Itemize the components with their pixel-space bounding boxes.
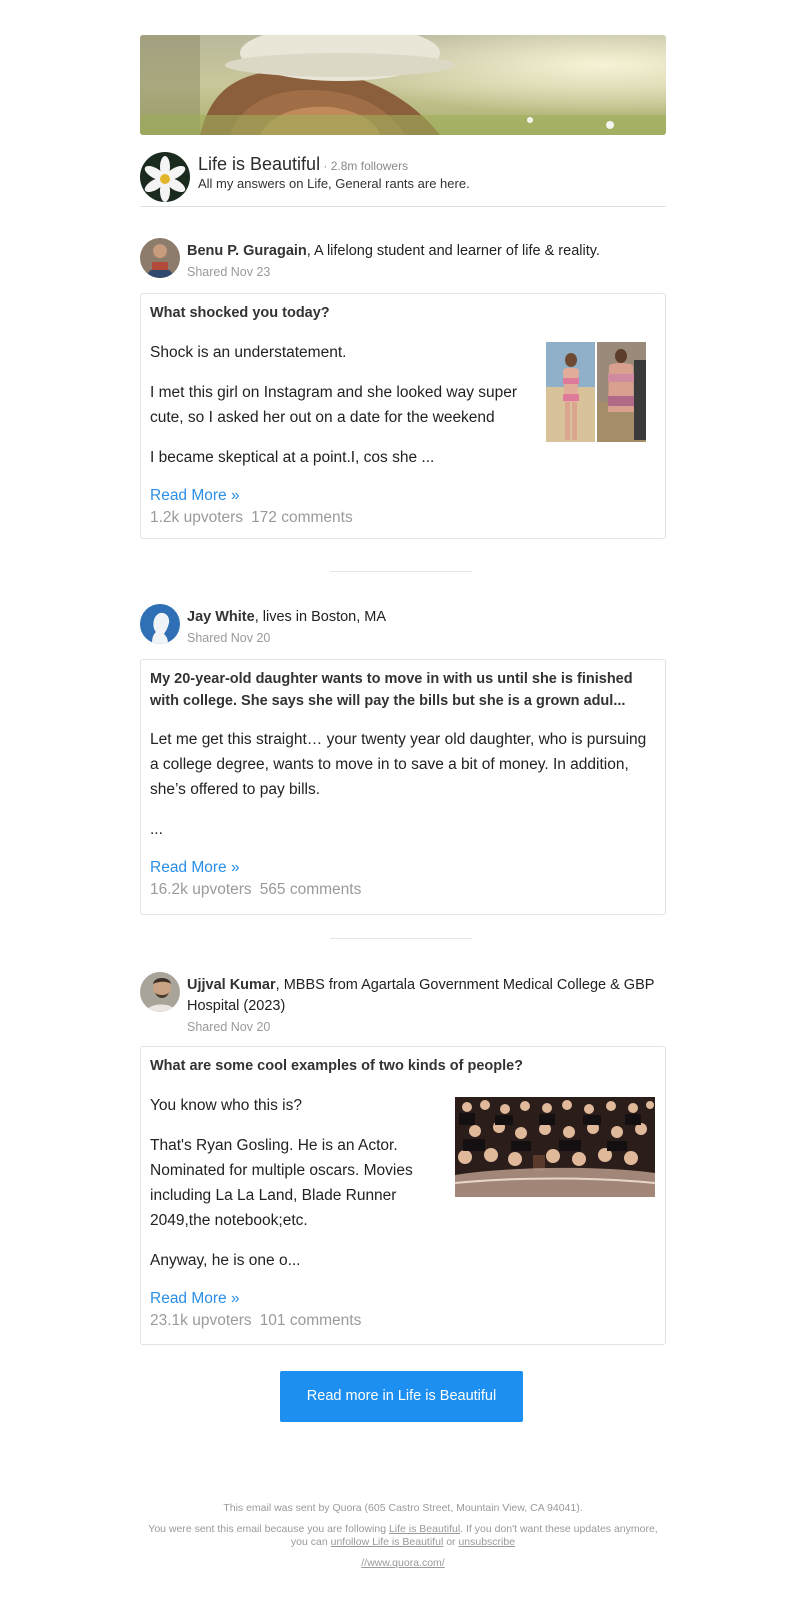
space-title[interactable]: Life is Beautiful xyxy=(198,154,320,174)
answer-paragraph: Anyway, he is one o... xyxy=(150,1251,301,1269)
footer-sender-line: This email was sent by Quora (605 Castro… xyxy=(223,1502,583,1514)
question-title[interactable]: What shocked you today? xyxy=(150,303,656,325)
answer-card[interactable]: What shocked you today? Shock is an unde… xyxy=(140,293,666,539)
author-info: Benu P. Guragain, A lifelong student and… xyxy=(187,241,657,283)
footer-text: You were sent this email because you are… xyxy=(148,1523,389,1535)
answer-card[interactable]: My 20-year-old daughter wants to move in… xyxy=(140,659,666,915)
quora-home-link[interactable]: //www.quora.com/ xyxy=(361,1557,444,1569)
avatar[interactable] xyxy=(140,604,180,644)
space-description: All my answers on Life, General rants ar… xyxy=(198,176,470,191)
author-info: Ujjval Kumar, MBBS from Agartala Governm… xyxy=(187,975,657,1038)
email-footer: This email was sent by Quora (605 Castro… xyxy=(140,1502,666,1570)
author-name[interactable]: Benu P. Guragain xyxy=(187,243,307,259)
shared-date: Shared Nov 20 xyxy=(187,631,271,645)
author-credential: , lives in Boston, MA xyxy=(254,609,387,625)
comments-count: 172 comments xyxy=(251,508,353,526)
read-more-link[interactable]: Read More » xyxy=(150,857,656,879)
answer-stats: 16.2k upvoters 565 comments xyxy=(150,879,656,901)
unsubscribe-link[interactable]: unsubscribe xyxy=(458,1536,515,1548)
answer-stats: 1.2k upvoters 172 comments xyxy=(150,507,656,529)
author-name[interactable]: Jay White xyxy=(187,609,255,625)
answer-thumbnail-image xyxy=(455,1097,655,1197)
answer-paragraph: I met this girl on Instagram and she loo… xyxy=(150,383,518,426)
answer-paragraph: Shock is an understatement. xyxy=(150,343,347,361)
upvoters-count: 16.2k upvoters xyxy=(150,881,252,898)
answer-paragraph: I became skeptical at a point.I, cos she… xyxy=(150,448,435,466)
answer-paragraph: You know who this is? xyxy=(150,1096,302,1114)
answer-card[interactable]: What are some cool examples of two kinds… xyxy=(140,1046,666,1345)
unfollow-link[interactable]: unfollow Life is Beautiful xyxy=(331,1536,444,1548)
read-more-space-button[interactable]: Read more in Life is Beautiful xyxy=(280,1371,523,1422)
divider xyxy=(330,938,472,939)
upvoters-count: 1.2k upvoters xyxy=(150,508,244,526)
footer-reason-line: You were sent this email because you are… xyxy=(140,1523,666,1549)
comments-count: 565 comments xyxy=(259,881,362,898)
question-title[interactable]: My 20-year-old daughter wants to move in… xyxy=(150,669,656,712)
divider xyxy=(330,571,472,572)
shared-date: Shared Nov 20 xyxy=(187,1020,271,1034)
space-title-line: Life is Beautiful · 2.8m followers xyxy=(198,154,408,175)
answer-excerpt: You know who this is? That's Ryan Goslin… xyxy=(150,1093,435,1273)
author-info: Jay White, lives in Boston, MA Shared No… xyxy=(187,607,657,649)
answer-excerpt: Shock is an understatement. I met this g… xyxy=(150,340,530,470)
following-space-link[interactable]: Life is Beautiful xyxy=(389,1523,460,1535)
avatar[interactable] xyxy=(140,972,180,1012)
question-title[interactable]: What are some cool examples of two kinds… xyxy=(150,1056,656,1078)
avatar[interactable] xyxy=(140,238,180,278)
comments-count: 101 comments xyxy=(259,1311,362,1329)
shared-date: Shared Nov 23 xyxy=(187,265,271,279)
answer-paragraph: That's Ryan Gosling. He is an Actor. Nom… xyxy=(150,1136,413,1229)
space-banner-image xyxy=(140,35,666,135)
space-followers: · 2.8m followers xyxy=(320,159,409,173)
space-header: Life is Beautiful · 2.8m followers All m… xyxy=(140,150,666,207)
answer-stats: 23.1k upvoters 101 comments xyxy=(150,1310,656,1332)
author-name[interactable]: Ujjval Kumar xyxy=(187,977,276,993)
read-more-link[interactable]: Read More » xyxy=(150,1288,656,1310)
answer-excerpt: Let me get this straight… your twenty ye… xyxy=(150,727,656,842)
upvoters-count: 23.1k upvoters xyxy=(150,1311,252,1329)
author-credential: , A lifelong student and learner of life… xyxy=(306,243,600,259)
answer-thumbnail-image xyxy=(546,342,646,442)
answer-paragraph: ... xyxy=(150,821,163,838)
space-logo[interactable] xyxy=(140,152,190,202)
footer-text: or xyxy=(443,1536,459,1548)
answer-paragraph: Let me get this straight… your twenty ye… xyxy=(150,731,647,798)
read-more-link[interactable]: Read More » xyxy=(150,485,656,507)
